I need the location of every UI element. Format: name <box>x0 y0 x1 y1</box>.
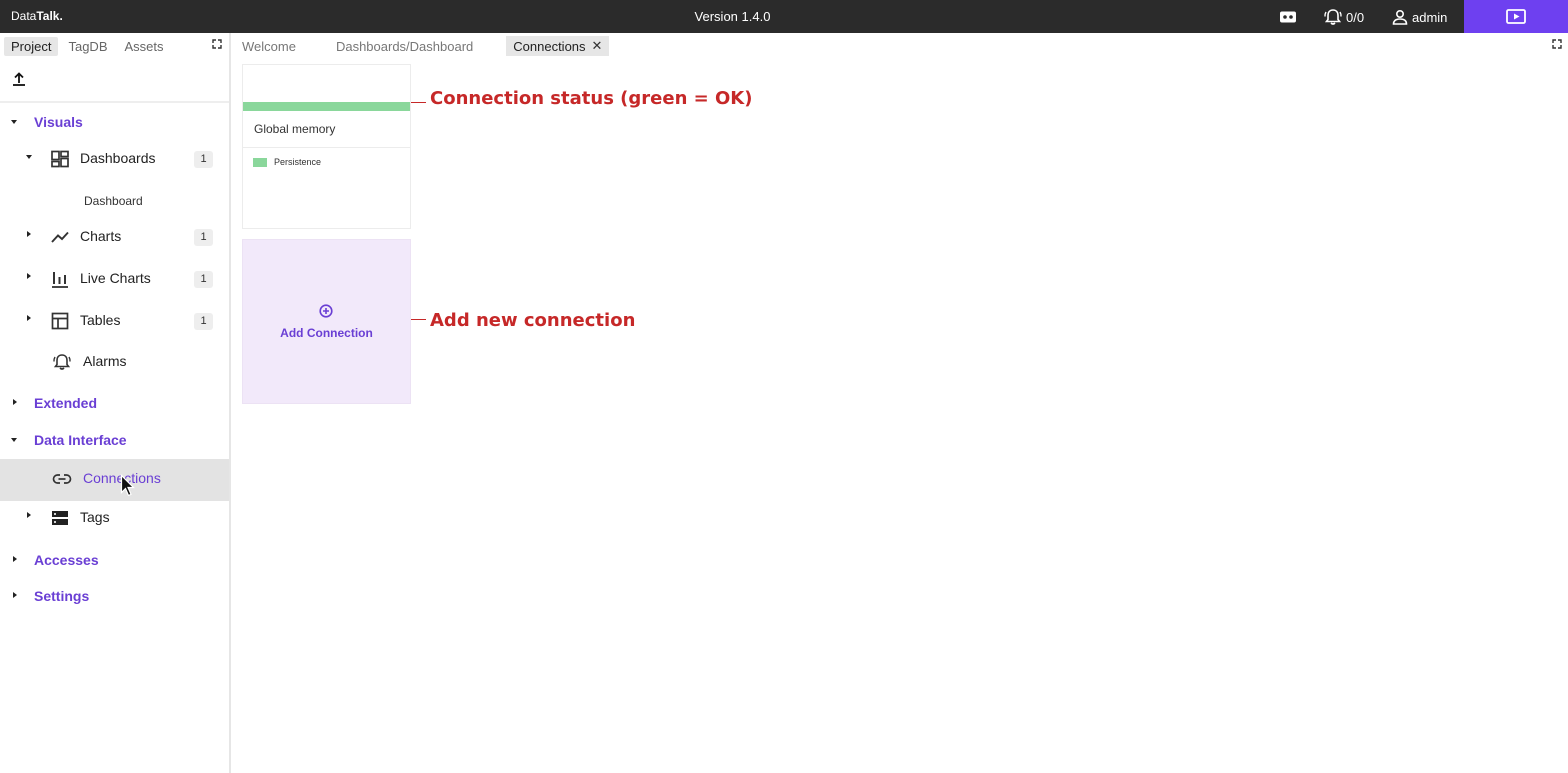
slideshow-icon <box>1506 8 1526 24</box>
section-extended-label: Extended <box>34 395 98 411</box>
tab-assets[interactable]: Assets <box>118 37 171 56</box>
section-accesses[interactable]: Accesses <box>0 549 229 571</box>
user-menu[interactable]: admin <box>1391 7 1447 27</box>
version-label: Version 1.4.0 <box>694 9 771 24</box>
alarms-status[interactable]: 0/0 <box>1323 7 1364 27</box>
sidebar-item-label: Live Charts <box>80 270 151 286</box>
count-badge: 1 <box>194 313 213 330</box>
sidebar-item-tables[interactable]: Tables 1 <box>0 302 229 340</box>
count-badge: 1 <box>194 229 213 246</box>
annotation-status: Connection status (green = OK) <box>430 88 753 109</box>
sidebar-item-dashboard[interactable]: Dashboard <box>84 194 143 208</box>
section-data-interface-label: Data Interface <box>34 432 127 448</box>
mouse-cursor-icon <box>120 474 135 497</box>
section-visuals-label: Visuals <box>34 114 83 130</box>
present-button[interactable] <box>1464 0 1568 33</box>
caret-down-icon <box>26 155 32 159</box>
legend-label: Persistence <box>274 157 322 167</box>
sidebar-item-charts[interactable]: Charts 1 <box>0 218 229 256</box>
count-badge: 1 <box>194 271 213 288</box>
tab-connections[interactable]: Connections ✕ <box>506 36 610 56</box>
caret-down-icon <box>11 120 17 124</box>
sidebar-item-label: Tags <box>80 509 110 525</box>
user-icon <box>1392 9 1408 25</box>
section-visuals[interactable]: Visuals <box>0 111 229 133</box>
connection-status-bar <box>243 102 410 111</box>
tab-welcome[interactable]: Welcome <box>235 37 303 56</box>
caret-right-icon <box>13 399 17 405</box>
legend-swatch <box>253 158 267 167</box>
add-circle-icon <box>319 304 333 318</box>
viewer-icon <box>1280 11 1296 23</box>
viewer-button[interactable] <box>1278 7 1298 27</box>
section-extended[interactable]: Extended <box>0 392 229 414</box>
tab-label: Dashboards/Dashboard <box>335 38 474 54</box>
alarm-count: 0/0 <box>1346 9 1365 25</box>
connection-card[interactable]: Global memory Persistence <box>242 64 411 229</box>
section-settings[interactable]: Settings <box>0 585 229 607</box>
user-name: admin <box>1412 9 1448 25</box>
caret-right-icon <box>27 231 31 237</box>
sidebar-toolbar <box>0 67 229 103</box>
project-sidebar: Project TagDB Assets Visuals Dashboards … <box>0 33 231 773</box>
alarm-bell-icon <box>53 354 71 370</box>
caret-right-icon <box>27 273 31 279</box>
editor-tabs: Welcome Dashboards/Dashboard Connections… <box>231 36 610 56</box>
storage-icon <box>52 511 68 525</box>
add-connection-label: Add Connection <box>280 326 373 340</box>
close-icon[interactable]: ✕ <box>592 38 603 54</box>
sidebar-item-label: Charts <box>80 228 122 244</box>
annotation-add: Add new connection <box>430 310 636 331</box>
tab-dashboard[interactable]: Dashboards/Dashboard <box>329 37 480 56</box>
sidebar-item-tags[interactable]: Tags <box>0 499 229 537</box>
card-divider <box>243 147 410 148</box>
sidebar-item-label: Dashboards <box>80 150 156 166</box>
annotation-line <box>411 102 426 103</box>
caret-right-icon <box>27 315 31 321</box>
tab-label: Welcome <box>242 38 296 54</box>
bar-chart-icon <box>52 272 68 288</box>
main-area: Welcome Dashboards/Dashboard Connections… <box>231 33 1568 773</box>
sidebar-fullscreen-icon[interactable] <box>212 39 222 49</box>
section-settings-label: Settings <box>34 588 90 604</box>
caret-down-icon <box>11 438 17 442</box>
fullscreen-icon[interactable] <box>1552 39 1562 49</box>
sidebar-item-label: Alarms <box>83 353 127 369</box>
caret-right-icon <box>13 556 17 562</box>
top-bar: DataTalk. Version 1.4.0 0/0 admin <box>0 0 1568 33</box>
sidebar-item-live-charts[interactable]: Live Charts 1 <box>0 260 229 298</box>
connection-name: Global memory <box>254 122 336 136</box>
count-badge: 1 <box>194 151 213 168</box>
sidebar-item-alarms[interactable]: Alarms <box>0 343 229 381</box>
sidebar-item-label: Tables <box>80 312 121 328</box>
dashboard-icon <box>51 150 69 168</box>
tab-label: Connections <box>513 38 586 54</box>
sidebar-item-dashboards[interactable]: Dashboards 1 <box>0 140 229 178</box>
table-icon <box>51 312 69 330</box>
sidebar-item-connections[interactable]: Connections <box>0 459 229 501</box>
add-connection-button[interactable]: Add Connection <box>242 239 411 404</box>
tab-project[interactable]: Project <box>4 36 59 56</box>
caret-right-icon <box>13 592 17 598</box>
link-icon <box>52 474 72 484</box>
section-data-interface[interactable]: Data Interface <box>0 429 229 451</box>
tab-tagdb[interactable]: TagDB <box>61 37 114 56</box>
annotation-line <box>411 319 426 320</box>
caret-right-icon <box>27 512 31 518</box>
sidebar-tabs: Project TagDB Assets <box>0 36 171 56</box>
upload-icon[interactable] <box>11 71 27 87</box>
alarm-bell-icon <box>1324 9 1342 25</box>
section-accesses-label: Accesses <box>34 552 99 568</box>
line-chart-icon <box>51 231 69 243</box>
